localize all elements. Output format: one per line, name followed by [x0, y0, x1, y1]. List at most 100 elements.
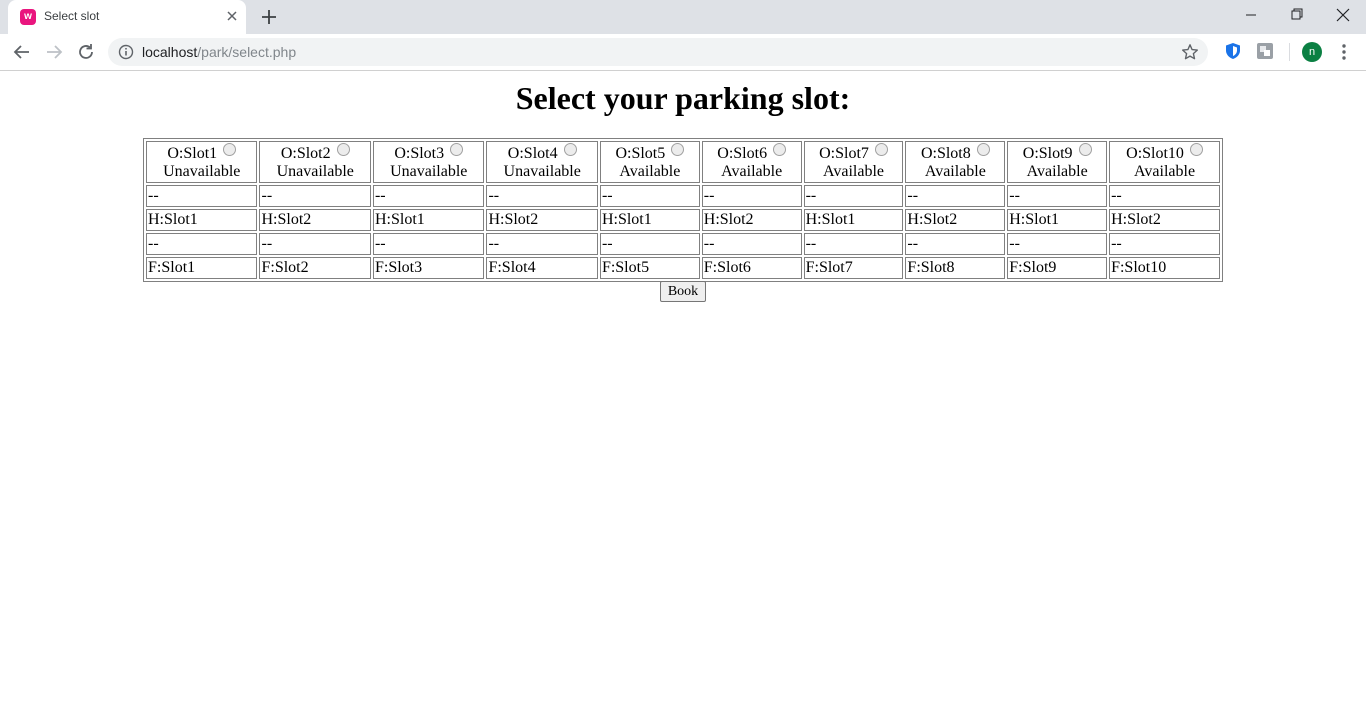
f-slot-cell: F:Slot5 [599, 257, 700, 279]
separator-row: -- -- -- -- -- -- -- -- -- -- [146, 233, 1220, 255]
o-slot-label: O:Slot5 [615, 145, 666, 162]
tab-title: Select slot [44, 9, 100, 23]
separator-cell: -- [1007, 233, 1108, 255]
slot-radio[interactable] [563, 143, 577, 156]
slot-status: Available [721, 163, 783, 180]
page-content: Select your parking slot: O:Slot1 Unavai… [0, 71, 1366, 728]
separator-cell: -- [599, 233, 700, 255]
separator-cell: -- [1109, 233, 1220, 255]
o-slot-cell-3: O:Slot3 Unavailable [372, 141, 485, 183]
separator-cell: -- [701, 185, 802, 207]
menu-kebab-icon[interactable] [1336, 42, 1352, 62]
slot-status: Unavailable [163, 163, 241, 180]
slot-radio[interactable] [1189, 143, 1203, 156]
o-slot-cell-10: O:Slot10 Available [1109, 141, 1220, 183]
f-slot-cell: F:Slot7 [803, 257, 904, 279]
shield-extension-icon[interactable] [1224, 42, 1242, 60]
url-path: /park/select.php [197, 44, 297, 60]
slot-status: Unavailable [276, 163, 354, 180]
h-slot-cell: H:Slot2 [905, 209, 1006, 231]
f-slot-cell: F:Slot2 [259, 257, 371, 279]
slot-radio[interactable] [976, 143, 990, 156]
separator-cell: -- [905, 233, 1006, 255]
active-tab[interactable]: w Select slot [8, 0, 246, 34]
f-slot-cell: F:Slot1 [146, 257, 258, 279]
separator-cell: -- [486, 185, 598, 207]
h-slot-cell: H:Slot1 [372, 209, 485, 231]
tab-close-icon[interactable] [224, 8, 240, 24]
browser-toolbar: localhost/park/select.php n [0, 34, 1366, 71]
h-slot-cell: H:Slot2 [486, 209, 598, 231]
new-tab-plus-icon[interactable] [260, 8, 278, 26]
separator-cell: -- [599, 185, 700, 207]
tab-strip: w Select slot [0, 0, 1366, 34]
o-slot-label: O:Slot7 [819, 145, 869, 162]
f-slot-cell: F:Slot3 [372, 257, 485, 279]
slot-radio[interactable] [336, 143, 350, 156]
window-close-icon[interactable] [1320, 0, 1366, 30]
slot-radio[interactable] [874, 143, 888, 156]
slot-radio[interactable] [223, 143, 237, 156]
separator-cell: -- [1109, 185, 1220, 207]
h-slot-cell: H:Slot1 [146, 209, 258, 231]
address-bar[interactable]: localhost/park/select.php [108, 38, 1208, 66]
o-slot-cell-6: O:Slot6 Available [701, 141, 802, 183]
slot-status: Available [1026, 163, 1088, 180]
o-slot-label: O:Slot9 [1022, 145, 1073, 162]
url-text[interactable]: localhost/park/select.php [142, 44, 296, 60]
h-slot-row: H:Slot1 H:Slot2 H:Slot1 H:Slot2 H:Slot1 … [146, 209, 1220, 231]
o-slot-label: O:Slot4 [507, 145, 558, 162]
profile-avatar[interactable]: n [1302, 42, 1322, 62]
toolbar-divider [1289, 43, 1290, 61]
separator-cell: -- [259, 185, 371, 207]
o-slot-cell-5: O:Slot5 Available [599, 141, 700, 183]
h-slot-cell: H:Slot2 [259, 209, 371, 231]
o-slot-label: O:Slot8 [920, 145, 971, 162]
o-slot-row: O:Slot1 Unavailable O:Slot2 Unavailable … [146, 141, 1220, 183]
f-slot-cell: F:Slot9 [1007, 257, 1108, 279]
o-slot-cell-2: O:Slot2 Unavailable [259, 141, 371, 183]
slot-radio[interactable] [1078, 143, 1092, 156]
slot-status: Available [924, 163, 986, 180]
h-slot-cell: H:Slot1 [1007, 209, 1108, 231]
separator-cell: -- [1007, 185, 1108, 207]
slot-radio[interactable] [773, 143, 787, 156]
slot-radio[interactable] [450, 143, 464, 156]
slot-status: Available [823, 163, 885, 180]
separator-cell: -- [259, 233, 371, 255]
reload-icon[interactable] [76, 42, 96, 62]
separator-cell: -- [905, 185, 1006, 207]
slot-status: Available [1134, 163, 1196, 180]
o-slot-cell-4: O:Slot4 Unavailable [486, 141, 598, 183]
separator-cell: -- [486, 233, 598, 255]
separator-cell: -- [803, 233, 904, 255]
o-slot-label: O:Slot6 [717, 145, 768, 162]
window-minimize-icon[interactable] [1228, 0, 1274, 30]
h-slot-cell: H:Slot2 [1109, 209, 1220, 231]
back-arrow-icon[interactable] [12, 42, 32, 62]
f-slot-cell: F:Slot4 [486, 257, 598, 279]
h-slot-cell: H:Slot1 [599, 209, 700, 231]
forward-arrow-icon[interactable] [44, 42, 64, 62]
separator-cell: -- [372, 233, 485, 255]
separator-cell: -- [803, 185, 904, 207]
slot-status: Unavailable [503, 163, 581, 180]
extension-puzzle-icon[interactable] [1256, 42, 1274, 60]
o-slot-label: O:Slot1 [167, 145, 218, 162]
bookmark-star-icon[interactable] [1181, 43, 1199, 61]
o-slot-label: O:Slot2 [280, 145, 331, 162]
site-info-icon[interactable] [118, 44, 134, 60]
o-slot-cell-8: O:Slot8 Available [905, 141, 1006, 183]
window-restore-icon[interactable] [1274, 0, 1320, 30]
o-slot-cell-1: O:Slot1 Unavailable [146, 141, 258, 183]
separator-cell: -- [372, 185, 485, 207]
o-slot-label: O:Slot10 [1126, 145, 1184, 162]
o-slot-label: O:Slot3 [394, 145, 445, 162]
separator-cell: -- [146, 185, 258, 207]
f-slot-cell: F:Slot8 [905, 257, 1006, 279]
slot-radio[interactable] [671, 143, 685, 156]
book-button[interactable]: Book [660, 281, 706, 302]
h-slot-cell: H:Slot1 [803, 209, 904, 231]
o-slot-cell-9: O:Slot9 Available [1007, 141, 1108, 183]
url-host: localhost [142, 44, 198, 60]
